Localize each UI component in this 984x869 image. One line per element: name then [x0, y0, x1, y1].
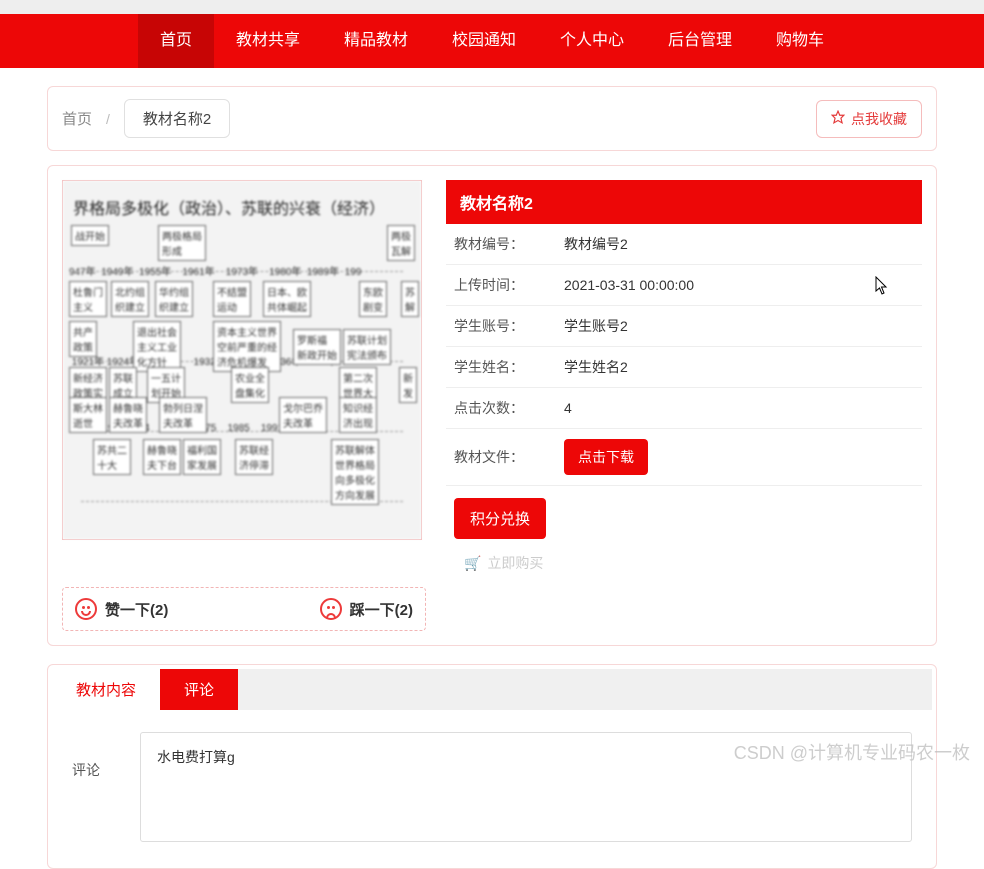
- info-row-time: 上传时间： 2021-03-31 00:00:00: [446, 265, 922, 306]
- upvote-label: 赞一下(2): [105, 599, 168, 620]
- info-value: 学生账号2: [564, 316, 628, 336]
- download-button[interactable]: 点击下载: [564, 439, 648, 475]
- comment-area: 评论: [52, 710, 932, 850]
- nav-item-share[interactable]: 教材共享: [214, 14, 322, 68]
- nav-item-home[interactable]: 首页: [138, 14, 214, 68]
- points-exchange-button[interactable]: 积分兑换: [454, 498, 546, 539]
- tab-content[interactable]: 教材内容: [52, 669, 160, 710]
- tab-comments[interactable]: 评论: [160, 669, 238, 710]
- downvote-label: 踩一下(2): [350, 599, 413, 620]
- tabs-card: 教材内容 评论 评论: [47, 664, 937, 869]
- detail-info: 教材名称2 教材编号： 教材编号2 上传时间： 2021-03-31 00:00…: [446, 180, 922, 573]
- detail-title: 教材名称2: [446, 180, 922, 224]
- breadcrumb-sep: /: [106, 111, 110, 127]
- info-label: 上传时间：: [454, 275, 564, 295]
- buy-now-label: 立即购买: [487, 553, 543, 573]
- nav-item-admin[interactable]: 后台管理: [646, 14, 754, 68]
- buy-now-disabled: 🛒 立即购买: [446, 539, 922, 573]
- top-gray-bar: [0, 0, 984, 14]
- info-value: 教材编号2: [564, 234, 628, 254]
- nav-item-featured[interactable]: 精品教材: [322, 14, 430, 68]
- info-value: 学生姓名2: [564, 357, 628, 377]
- smile-icon: [75, 598, 97, 620]
- info-label: 学生姓名：: [454, 357, 564, 377]
- breadcrumb-home[interactable]: 首页: [62, 108, 92, 129]
- favorite-button[interactable]: 点我收藏: [816, 100, 922, 138]
- nav-item-profile[interactable]: 个人中心: [538, 14, 646, 68]
- main-nav: 首页 教材共享 精品教材 校园通知 个人中心 后台管理 购物车: [0, 14, 984, 68]
- info-label: 学生账号：: [454, 316, 564, 336]
- info-value: 2021-03-31 00:00:00: [564, 277, 694, 293]
- sad-icon: [320, 598, 342, 620]
- detail-card: 界格局多极化（政治）、苏联的兴衰（经济） 战开始 两极格局形成 两极瓦解 杜鲁门…: [47, 165, 937, 646]
- info-label: 点击次数：: [454, 398, 564, 418]
- info-row-file: 教材文件： 点击下载: [446, 429, 922, 486]
- info-value: 4: [564, 400, 572, 416]
- star-icon: [831, 110, 845, 127]
- breadcrumb: 首页 / 教材名称2: [62, 99, 230, 138]
- info-row-account: 学生账号： 学生账号2: [446, 306, 922, 347]
- info-label: 教材文件：: [454, 447, 564, 467]
- downvote-button[interactable]: 踩一下(2): [320, 598, 413, 620]
- favorite-label: 点我收藏: [851, 109, 907, 129]
- comment-input[interactable]: [140, 732, 912, 842]
- cart-icon: 🛒: [464, 555, 481, 572]
- nav-item-cart[interactable]: 购物车: [754, 14, 846, 68]
- info-row-id: 教材编号： 教材编号2: [446, 224, 922, 265]
- info-label: 教材编号：: [454, 234, 564, 254]
- vote-bar: 赞一下(2) 踩一下(2): [62, 587, 426, 631]
- material-thumbnail[interactable]: 界格局多极化（政治）、苏联的兴衰（经济） 战开始 两极格局形成 两极瓦解 杜鲁门…: [62, 180, 422, 540]
- info-row-name: 学生姓名： 学生姓名2: [446, 347, 922, 388]
- tabs: 教材内容 评论: [52, 669, 932, 710]
- nav-item-notice[interactable]: 校园通知: [430, 14, 538, 68]
- breadcrumb-card: 首页 / 教材名称2 点我收藏: [47, 86, 937, 151]
- info-row-clicks: 点击次数： 4: [446, 388, 922, 429]
- upvote-button[interactable]: 赞一下(2): [75, 598, 168, 620]
- breadcrumb-current: 教材名称2: [124, 99, 230, 138]
